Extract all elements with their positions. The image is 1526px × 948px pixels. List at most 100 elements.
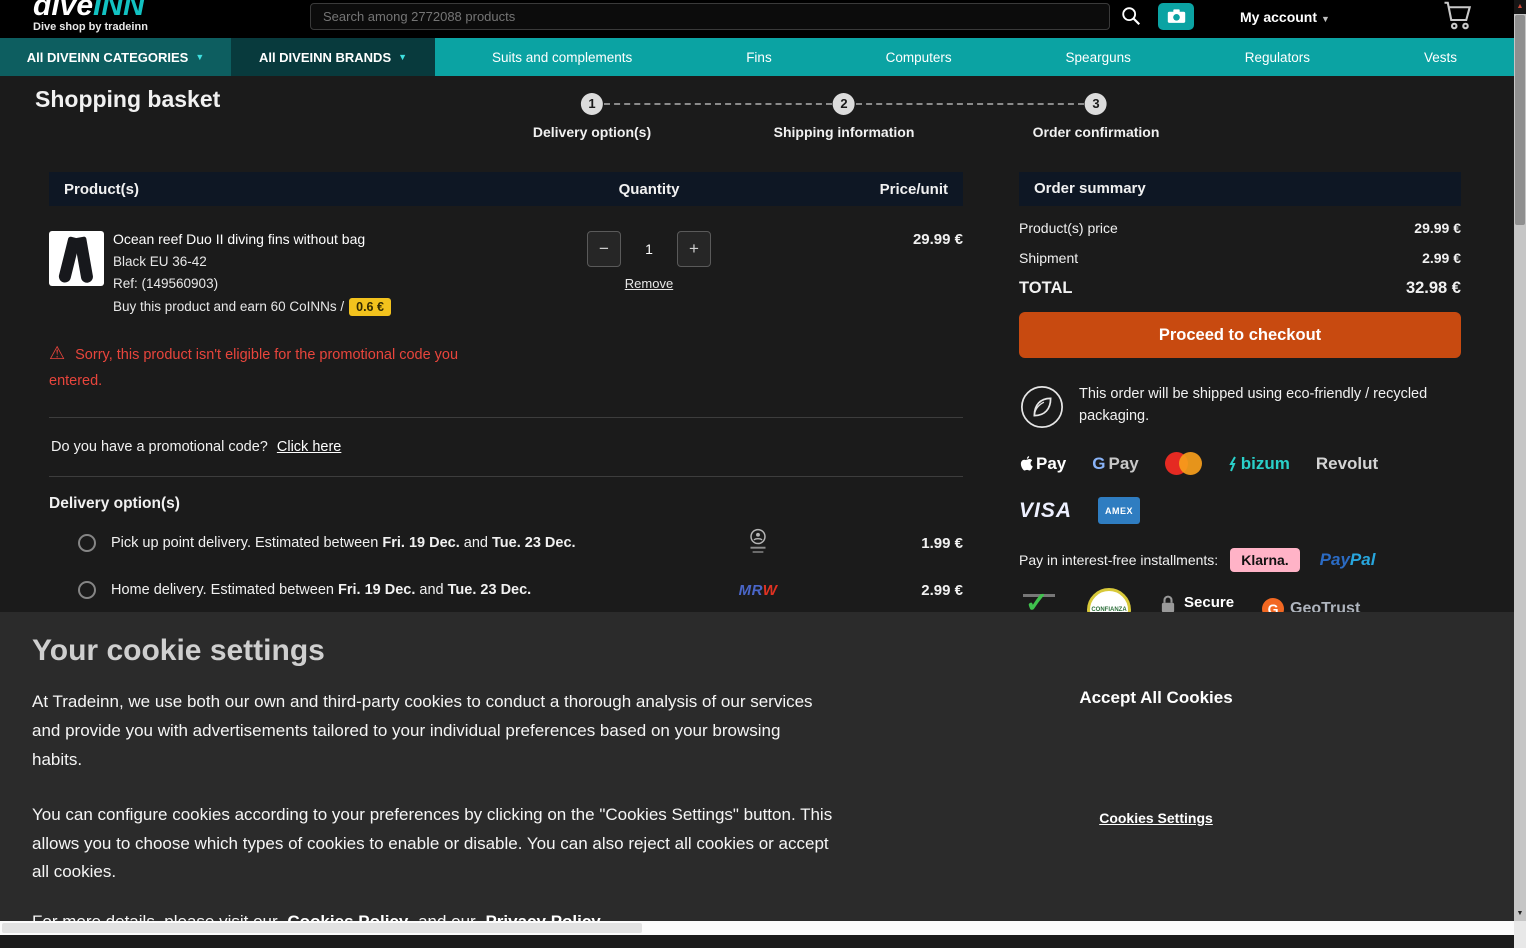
amex-icon: AMEX bbox=[1098, 497, 1141, 524]
summary-total-row: TOTAL 32.98 € bbox=[1019, 279, 1461, 298]
chevron-down-icon: ▼ bbox=[398, 52, 408, 62]
delivery-option-home[interactable]: Home delivery. Estimated between Fri. 19… bbox=[49, 566, 963, 607]
chevron-down-icon: ▼ bbox=[1321, 14, 1330, 24]
mastercard-icon bbox=[1164, 452, 1202, 475]
quantity-minus-button[interactable]: − bbox=[587, 231, 621, 267]
horizontal-scrollbar[interactable] bbox=[0, 921, 1514, 935]
scroll-down-arrow[interactable]: ▼ bbox=[1514, 907, 1526, 921]
order-summary-title: Order summary bbox=[1019, 172, 1461, 206]
search-input[interactable] bbox=[323, 9, 1097, 24]
image-search-button[interactable] bbox=[1158, 3, 1194, 30]
cart-icon bbox=[1438, 0, 1478, 32]
pickup-radio[interactable] bbox=[78, 534, 96, 553]
col-price-unit: Price/unit bbox=[879, 180, 948, 198]
mrw-carrier-logo: MRW bbox=[738, 581, 778, 599]
search-icon bbox=[1120, 5, 1142, 27]
coinns-badge: 0.6 € bbox=[349, 298, 391, 316]
step-number: 1 bbox=[581, 93, 603, 115]
remove-item-link[interactable]: Remove bbox=[625, 276, 673, 291]
nav-item-vests[interactable]: Vests bbox=[1424, 50, 1457, 65]
vertical-scrollbar[interactable]: ▲ ▼ bbox=[1514, 0, 1526, 948]
google-pay-icon: G Pay bbox=[1092, 453, 1139, 473]
all-brands-button[interactable]: All DIVEINN BRANDS ▼ bbox=[231, 38, 435, 76]
revolut-icon: Revolut bbox=[1315, 453, 1379, 473]
logo-brand: dive bbox=[33, 0, 94, 22]
step-number: 2 bbox=[832, 93, 855, 115]
col-quantity: Quantity bbox=[618, 180, 680, 198]
quantity-stepper: − 1 + bbox=[587, 231, 711, 267]
cookie-paragraph-2: You can configure cookies according to y… bbox=[32, 804, 833, 882]
step-number: 3 bbox=[1084, 93, 1107, 115]
product-name[interactable]: Ocean reef Duo II diving fins without ba… bbox=[113, 231, 529, 247]
product-info: Ocean reef Duo II diving fins without ba… bbox=[113, 231, 529, 316]
delivery-option-pickup[interactable]: Pick up point delivery. Estimated betwee… bbox=[49, 513, 963, 566]
warning-text: Sorry, this product isn't eligible for t… bbox=[49, 347, 459, 389]
main-nav: All DIVEINN CATEGORIES ▼ All DIVEINN BRAN… bbox=[0, 38, 1514, 76]
step-label: Shipping information bbox=[773, 124, 915, 140]
scroll-up-arrow[interactable]: ▲ bbox=[1514, 0, 1526, 14]
nav-item-computers[interactable]: Computers bbox=[886, 50, 952, 65]
accept-all-cookies-button[interactable]: Accept All Cookies bbox=[1046, 688, 1266, 708]
nav-item-spearguns[interactable]: Spearguns bbox=[1066, 50, 1131, 65]
product-ref: Ref: (149560903) bbox=[113, 276, 219, 291]
payment-methods-row-1: Pay G Pay bizum Revolut bbox=[1019, 452, 1461, 475]
cookies-settings-link[interactable]: Cookies Settings bbox=[1046, 810, 1266, 826]
search-button[interactable] bbox=[1120, 5, 1142, 27]
installments-label: Pay in interest-free installments: bbox=[1019, 552, 1219, 568]
total-value: 32.98 € bbox=[1405, 279, 1461, 297]
basket-table-header: Product(s) Quantity Price/unit bbox=[49, 172, 963, 206]
proceed-to-checkout-button[interactable]: Proceed to checkout bbox=[1019, 312, 1461, 358]
delivery-options-title: Delivery option(s) bbox=[49, 495, 180, 513]
basket-panel: Product(s) Quantity Price/unit Ocean ree… bbox=[35, 172, 977, 607]
eco-packaging-note: This order will be shipped using eco-fri… bbox=[1019, 384, 1461, 430]
site-logo[interactable]: diveINN Dive shop by tradeinn bbox=[33, 0, 148, 33]
step-label: Delivery option(s) bbox=[532, 124, 652, 140]
nav-item-fins[interactable]: Fins bbox=[746, 50, 772, 65]
summary-row-products: Product(s) price 29.99 € bbox=[1019, 220, 1461, 236]
bizum-icon: bizum bbox=[1228, 454, 1290, 474]
step-confirmation: 3 Order confirmation bbox=[1032, 93, 1160, 140]
chevron-down-icon: ▼ bbox=[195, 52, 205, 62]
product-coinns: Buy this product and earn 60 CoINNs /0.6… bbox=[113, 298, 529, 316]
order-summary-panel: Order summary Product(s) price 29.99 € S… bbox=[1004, 172, 1476, 632]
summary-row-shipment: Shipment 2.99 € bbox=[1019, 250, 1461, 266]
step-delivery: 1 Delivery option(s) bbox=[533, 93, 651, 140]
logo-tagline: Dive shop by tradeinn bbox=[33, 21, 148, 33]
nav-links: Suits and complements Fins Computers Spe… bbox=[435, 38, 1514, 76]
my-account-menu[interactable]: My account ▼ bbox=[1240, 9, 1330, 25]
cookie-title: Your cookie settings bbox=[32, 634, 325, 667]
home-delivery-label: Home delivery. Estimated between Fri. 19… bbox=[111, 582, 532, 599]
step-label: Order confirmation bbox=[1032, 124, 1160, 140]
warning-icon: ⚠ bbox=[49, 343, 66, 363]
promo-code-section: Do you have a promotional code? Click he… bbox=[49, 418, 963, 478]
eco-icon bbox=[1019, 384, 1065, 430]
product-variant: Black EU 36-42 bbox=[113, 254, 207, 269]
home-delivery-radio[interactable] bbox=[78, 581, 96, 600]
visa-icon: VISA bbox=[1019, 498, 1073, 522]
quantity-plus-button[interactable]: + bbox=[677, 231, 711, 267]
quantity-value[interactable]: 1 bbox=[621, 241, 677, 257]
basket-item-row: Ocean reef Duo II diving fins without ba… bbox=[49, 206, 963, 316]
nav-item-regulators[interactable]: Regulators bbox=[1245, 50, 1310, 65]
cart-button[interactable] bbox=[1438, 0, 1478, 32]
col-products: Product(s) bbox=[64, 180, 139, 198]
pickup-label: Pick up point delivery. Estimated betwee… bbox=[111, 535, 576, 552]
cookie-paragraph-1: At Tradeinn, we use both our own and thi… bbox=[32, 692, 813, 769]
product-image[interactable] bbox=[49, 231, 104, 286]
all-categories-button[interactable]: All DIVEINN CATEGORIES ▼ bbox=[0, 38, 231, 76]
vertical-scroll-thumb[interactable] bbox=[1515, 15, 1525, 225]
eco-text: This order will be shipped using eco-fri… bbox=[1079, 386, 1428, 424]
step-shipping: 2 Shipping information bbox=[773, 93, 915, 140]
top-header: diveINN Dive shop by tradeinn My account… bbox=[0, 0, 1514, 38]
search-bar bbox=[310, 3, 1110, 30]
promo-warning: ⚠ Sorry, this product isn't eligible for … bbox=[49, 338, 509, 393]
nav-item-suits[interactable]: Suits and complements bbox=[492, 50, 632, 65]
pickup-point-icon bbox=[703, 528, 813, 558]
pickup-price: 1.99 € bbox=[921, 534, 963, 552]
total-label: TOTAL bbox=[1019, 279, 1073, 297]
horizontal-scroll-thumb[interactable] bbox=[2, 923, 642, 933]
unit-price: 29.99 € bbox=[912, 231, 963, 248]
klarna-icon: Klarna. bbox=[1230, 548, 1300, 572]
camera-icon bbox=[1167, 9, 1186, 24]
promo-click-here-link[interactable]: Click here bbox=[277, 439, 341, 455]
